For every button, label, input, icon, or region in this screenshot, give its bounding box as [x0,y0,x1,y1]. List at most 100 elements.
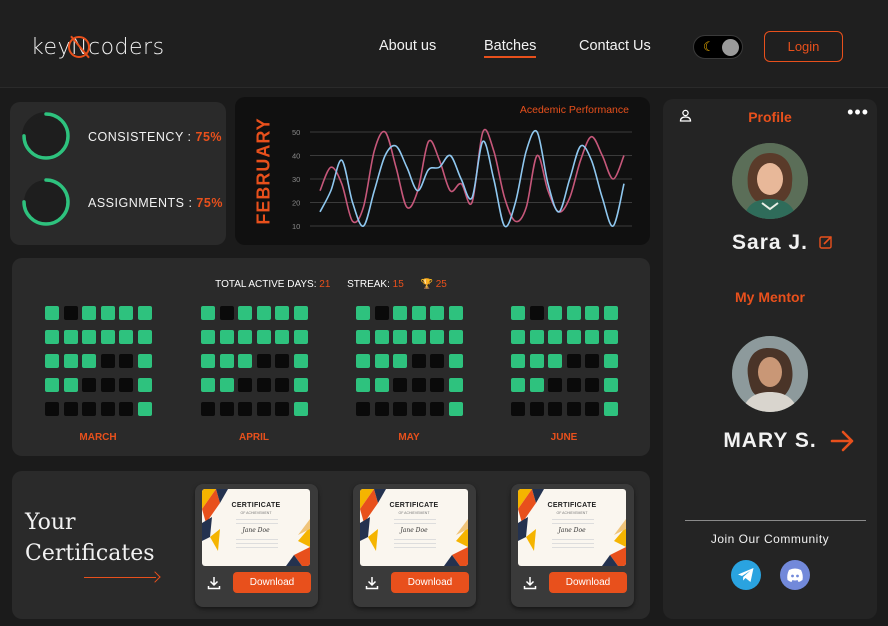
activity-day-cell [566,378,581,392]
activity-day-cell [603,354,618,368]
telegram-icon[interactable] [731,560,761,590]
activity-day-cell [293,402,308,416]
activity-day-cell [82,306,96,320]
download-icon[interactable] [365,576,379,590]
activity-day-cell [63,354,78,368]
assignments-gauge [22,178,70,226]
activity-day-cell [119,330,133,344]
activity-day-cell [293,306,308,320]
activity-day-cell [201,306,215,320]
avatar [732,143,808,219]
activity-day-cell [411,378,426,392]
activity-day-cell [430,378,444,392]
activity-day-cell [393,330,407,344]
activity-day-cell [393,354,407,368]
activity-day-cell [529,330,544,344]
activity-day-cell [548,306,562,320]
download-icon[interactable] [523,576,537,590]
certificate-recipient: Jane Doe [242,527,270,534]
download-button[interactable]: Download [391,572,469,593]
activity-day-cell [393,378,407,392]
profile-title: Profile [748,109,792,125]
month-name: MARCH [79,432,117,443]
certificate-card: CERTIFICATE OF ACHIEVEMENT Jane Doe Downloa… [511,484,634,607]
certificate-preview[interactable]: CERTIFICATE OF ACHIEVEMENT Jane Doe [360,489,468,566]
activity-day-cell [256,402,271,416]
nav-batches[interactable]: Batches [484,38,537,58]
activity-day-cell [45,330,59,344]
activity-day-cell [566,330,581,344]
activity-day-cell [448,402,463,416]
chart-title: Acedemic Performance [519,104,629,116]
logo[interactable]: keyNcoders [31,35,165,60]
activity-day-cell [356,330,370,344]
activity-day-cell [430,354,444,368]
activity-day-cell [411,330,426,344]
activity-day-cell [219,354,234,368]
activity-day-cell [585,354,599,368]
mentor-avatar [732,336,808,412]
activity-day-cell [374,378,389,392]
activity-day-cell [356,306,370,320]
activity-day-cell [45,306,59,320]
activity-day-cell [201,330,215,344]
arrow-right-icon [84,577,156,578]
activity-day-cell [411,354,426,368]
more-options-icon[interactable]: ••• [847,102,869,123]
activity-day-cell [566,354,581,368]
activity-day-cell [201,402,215,416]
activity-day-cell [275,330,289,344]
activity-day-cell [566,402,581,416]
performance-line-chart: 50 40 30 20 10 [292,128,632,231]
activity-day-cell [45,378,59,392]
activity-day-cell [100,402,115,416]
download-icon[interactable] [207,576,221,590]
edit-icon[interactable] [819,235,833,249]
login-button[interactable]: Login [764,31,843,62]
certificate-preview[interactable]: CERTIFICATE OF ACHIEVEMENT Jane Doe [518,489,626,566]
activity-day-cell [82,354,96,368]
moon-icon: ☾ [703,39,715,54]
activity-day-cell [374,306,389,320]
activity-day-cell [511,402,525,416]
month-label: FEBRUARY [253,117,274,225]
activity-day-cell [511,330,525,344]
discord-icon[interactable] [780,560,810,590]
activity-day-cell [201,378,215,392]
download-button[interactable]: Download [549,572,627,593]
activity-day-cell [238,402,252,416]
activity-day-cell [548,354,562,368]
activity-day-cell [603,330,618,344]
theme-toggle[interactable]: ☾ [693,35,743,59]
nav-about-us[interactable]: About us [379,38,436,54]
activity-day-cell [275,306,289,320]
certificate-preview[interactable]: CERTIFICATE OF ACHIEVEMENT Jane Doe [202,489,310,566]
activity-day-cell [119,306,133,320]
activity-day-cell [603,402,618,416]
activity-summary: TOTAL ACTIVE DAYS: 21 STREAK: 15 🏆 25 [215,279,447,290]
activity-day-cell [100,354,115,368]
series-line-1 [319,128,625,224]
certificate-card: CERTIFICATE OF ACHIEVEMENT Jane Doe Downloa… [195,484,318,607]
certificates-title: Your Certificates [25,510,155,566]
certificate-recipient: Jane Doe [558,527,586,534]
activity-day-cell [201,354,215,368]
month-name: JUNE [550,432,578,443]
activity-day-cell [238,330,252,344]
arrow-right-icon[interactable] [830,429,856,453]
activity-day-cell [585,402,599,416]
certificate-card: CERTIFICATE OF ACHIEVEMENT Jane Doe Downloa… [353,484,476,607]
user-name: Sara J. [732,231,808,254]
activity-day-cell [137,306,152,320]
activity-day-cell [137,354,152,368]
nav-contact-us[interactable]: Contact Us [579,38,651,54]
activity-day-cell [356,378,370,392]
activity-day-cell [548,330,562,344]
download-button[interactable]: Download [233,572,311,593]
month-name: APRIL [239,432,269,443]
activity-day-cell [529,378,544,392]
activity-day-cell [119,354,133,368]
activity-day-cell [511,306,525,320]
certificate-recipient: Jane Doe [400,527,428,534]
activity-day-cell [585,330,599,344]
